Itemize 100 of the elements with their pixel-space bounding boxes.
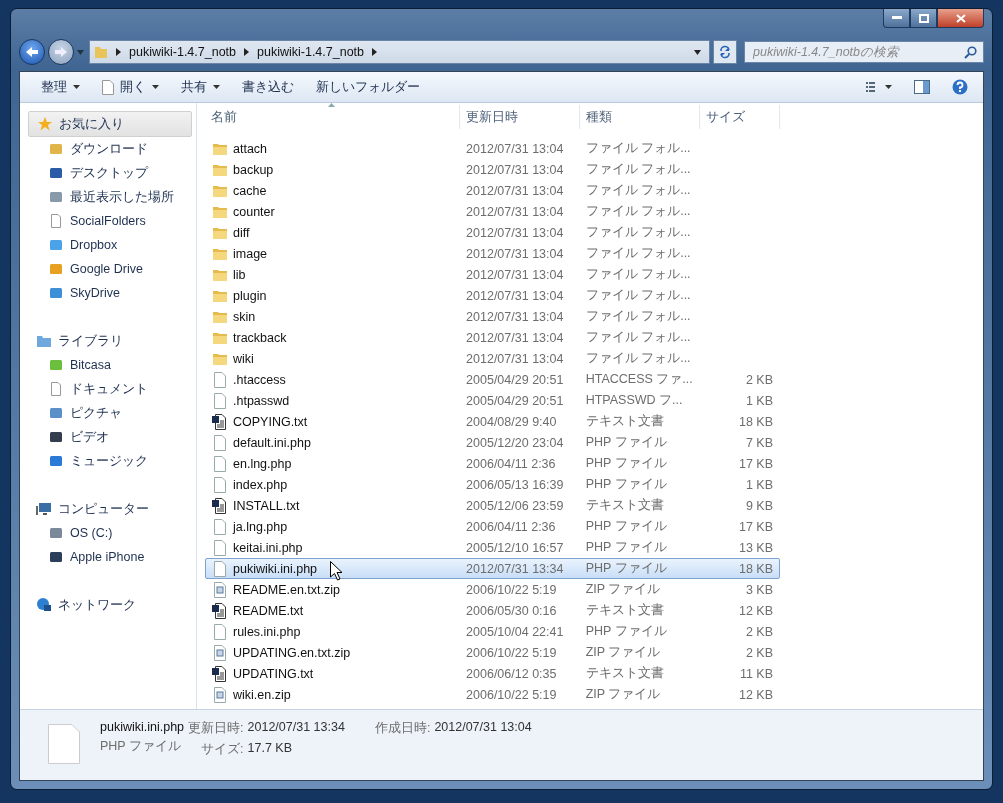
globe-icon: [36, 597, 52, 613]
column-header[interactable]: 種類: [580, 105, 700, 129]
type-cell-text: HTACCESS ファ...: [584, 371, 694, 388]
file-icon: [212, 476, 228, 493]
breadcrumb-item[interactable]: pukiwiki-1.4.7_notb: [257, 45, 365, 59]
toolbar-button[interactable]: 書き込む: [233, 75, 303, 99]
sidebar-item[interactable]: 最近表示した場所: [28, 185, 192, 209]
address-bar[interactable]: pukiwiki-1.4.7_notb pukiwiki-1.4.7_notb: [89, 40, 710, 64]
file-icon: [212, 539, 228, 556]
sidebar-item[interactable]: Bitcasa: [28, 353, 192, 377]
sidebar-item[interactable]: ネットワーク: [28, 593, 192, 617]
chevron-icon[interactable]: [116, 48, 121, 56]
sidebar-item[interactable]: SkyDrive: [28, 281, 192, 305]
chevron-icon[interactable]: [244, 48, 249, 56]
maximize-button[interactable]: [910, 9, 937, 28]
file-row[interactable]: README.txt 2006/05/30 0:16 テキスト文書 12 KB: [205, 600, 780, 621]
file-name: UPDATING.txt: [233, 666, 314, 681]
type-cell-text: PHP ファイル: [584, 560, 668, 577]
file-name: en.lng.php: [233, 456, 292, 471]
caret-icon: [152, 85, 159, 89]
chevron-icon[interactable]: [372, 48, 378, 56]
sidebar-item[interactable]: ダウンロード: [28, 137, 192, 161]
file-row[interactable]: cache 2012/07/31 13:04 ファイル フォル...: [205, 180, 780, 201]
file-row[interactable]: README.en.txt.zip 2006/10/22 5:19 ZIP ファイル 3 KB: [205, 579, 780, 600]
file-row[interactable]: wiki 2012/07/31 13:04 ファイル フォル...: [205, 348, 780, 369]
file-row[interactable]: keitai.ini.php 2005/12/10 16:57 PHP ファイル 13 KB: [205, 537, 780, 558]
size-cell-text: 3 KB: [744, 582, 774, 597]
file-name: COPYING.txt: [233, 414, 308, 429]
file-row[interactable]: .htpasswd 2005/04/29 20:51 HTPASSWD フ... 1 KB: [205, 390, 780, 411]
file-row[interactable]: UPDATING.txt 2006/06/12 0:35 テキスト文書 11 KB: [205, 663, 780, 684]
file-name: ja.lng.php: [233, 519, 288, 534]
sidebar-item[interactable]: ピクチャ: [28, 401, 192, 425]
file-row[interactable]: default.ini.php 2005/12/20 23:04 PHP ファイル 7 KB: [205, 432, 780, 453]
file-name: rules.ini.php: [233, 624, 301, 639]
date-cell-text: 2012/07/31 13:34: [465, 561, 565, 576]
file-row[interactable]: UPDATING.en.txt.zip 2006/10/22 5:19 ZIP ファイル 2 KB: [205, 642, 780, 663]
file-row[interactable]: diff 2012/07/31 13:04 ファイル フォル...: [205, 222, 780, 243]
file-row[interactable]: ja.lng.php 2006/04/11 2:36 PHP ファイル 17 KB: [205, 516, 780, 537]
search-icon[interactable]: [964, 45, 977, 59]
zip-file-icon: [212, 644, 228, 661]
file-row[interactable]: lib 2012/07/31 13:04 ファイル フォル...: [205, 264, 780, 285]
breadcrumb-item[interactable]: pukiwiki-1.4.7_notb: [129, 45, 236, 59]
file-row[interactable]: .htaccess 2005/04/29 20:51 HTACCESS ファ... 2 KB: [205, 369, 780, 390]
file-row[interactable]: attach 2012/07/31 13:04 ファイル フォル...: [205, 138, 780, 159]
sidebar-item[interactable]: デスクトップ: [28, 161, 192, 185]
size-cell-text: 9 KB: [744, 498, 774, 513]
date-cell-text: 2012/07/31 13:04: [465, 225, 565, 240]
file-row[interactable]: INSTALL.txt 2005/12/06 23:59 テキスト文書 9 KB: [205, 495, 780, 516]
file-row[interactable]: plugin 2012/07/31 13:04 ファイル フォル...: [205, 285, 780, 306]
forward-button[interactable]: [48, 39, 74, 65]
maximize-icon: [918, 13, 929, 23]
sidebar-item[interactable]: SocialFolders: [28, 209, 192, 233]
toolbar-button[interactable]: 共有: [172, 75, 229, 99]
file-row[interactable]: COPYING.txt 2004/08/29 9:40 テキスト文書 18 KB: [205, 411, 780, 432]
file-row[interactable]: backup 2012/07/31 13:04 ファイル フォル...: [205, 159, 780, 180]
sidebar-item[interactable]: ミュージック: [28, 449, 192, 473]
file-row[interactable]: pukiwiki.ini.php 2012/07/31 13:34 PHP ファイル 18 KB: [205, 558, 780, 579]
sidebar-item[interactable]: お気に入り: [28, 111, 192, 137]
toolbar-button[interactable]: 開く: [93, 75, 168, 99]
sidebar-item[interactable]: OS (C:): [28, 521, 192, 545]
file-row[interactable]: trackback 2012/07/31 13:04 ファイル フォル...: [205, 327, 780, 348]
search-field[interactable]: pukiwiki-1.4.7_notbの検索: [744, 41, 984, 63]
file-icon: [212, 434, 228, 451]
file-row[interactable]: skin 2012/07/31 13:04 ファイル フォル...: [205, 306, 780, 327]
sidebar-item[interactable]: ドキュメント: [28, 377, 192, 401]
date-cell-text: 2005/10/04 22:41: [465, 624, 565, 639]
computer-icon: [36, 501, 52, 517]
column-header[interactable]: 名前: [205, 105, 460, 129]
sidebar-item[interactable]: Apple iPhone: [28, 545, 192, 569]
type-cell-text: PHP ファイル: [584, 539, 668, 556]
sidebar-item[interactable]: ライブラリ: [28, 329, 192, 353]
sidebar-item[interactable]: ビデオ: [28, 425, 192, 449]
file-name: pukiwiki.ini.php: [233, 561, 318, 576]
history-caret-icon[interactable]: [77, 49, 84, 55]
file-row[interactable]: rules.ini.php 2005/10/04 22:41 PHP ファイル 2 KB: [205, 621, 780, 642]
type-cell-text: ファイル フォル...: [584, 224, 692, 241]
document-icon: [48, 381, 64, 397]
forward-arrow-icon: [54, 46, 68, 58]
sidebar-item[interactable]: Dropbox: [28, 233, 192, 257]
back-button[interactable]: [19, 39, 45, 65]
file-icon: [212, 455, 228, 472]
close-button[interactable]: [937, 9, 984, 28]
type-cell-text: ZIP ファイル: [584, 581, 662, 598]
refresh-button[interactable]: [713, 40, 737, 64]
file-row[interactable]: counter 2012/07/31 13:04 ファイル フォル...: [205, 201, 780, 222]
sidebar-item[interactable]: コンピューター: [28, 497, 192, 521]
file-row[interactable]: en.lng.php 2006/04/11 2:36 PHP ファイル 17 KB: [205, 453, 780, 474]
column-header[interactable]: サイズ: [700, 105, 780, 129]
file-row[interactable]: wiki.en.zip 2006/10/22 5:19 ZIP ファイル 12 KB: [205, 684, 780, 705]
sidebar-item[interactable]: Google Drive: [28, 257, 192, 281]
file-row[interactable]: image 2012/07/31 13:04 ファイル フォル...: [205, 243, 780, 264]
minimize-button[interactable]: [883, 9, 910, 28]
column-header[interactable]: 更新日時: [460, 105, 580, 129]
toolbar-button[interactable]: 整理: [32, 75, 89, 99]
file-name: cache: [233, 183, 267, 198]
size-cell-text: 12 KB: [737, 603, 774, 618]
toolbar-button[interactable]: 新しいフォルダー: [307, 75, 429, 99]
dropdown-caret-icon[interactable]: [694, 49, 701, 55]
caret-icon: [213, 85, 220, 89]
file-row[interactable]: index.php 2006/05/13 16:39 PHP ファイル 1 KB: [205, 474, 780, 495]
